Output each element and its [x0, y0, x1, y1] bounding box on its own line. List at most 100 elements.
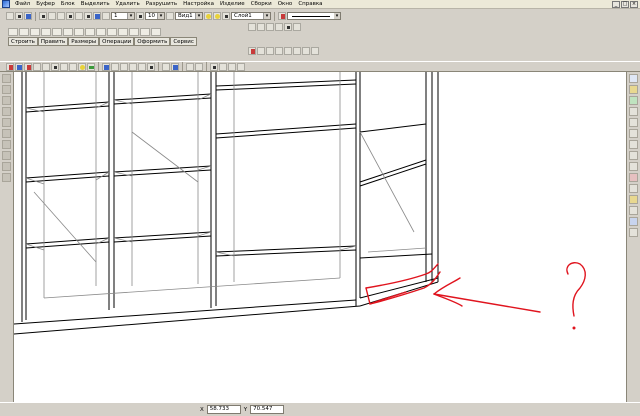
building-icon[interactable] — [629, 162, 638, 171]
profile-icon[interactable] — [629, 184, 638, 193]
menu-assemblies[interactable]: Сборки — [248, 0, 275, 9]
orbit-icon[interactable] — [111, 62, 119, 71]
box-front-icon[interactable] — [69, 62, 77, 71]
save-icon[interactable] — [24, 12, 32, 20]
export-icon[interactable] — [629, 228, 638, 237]
left-tool-1-icon[interactable] — [2, 74, 11, 83]
left-tool-8-icon[interactable] — [2, 151, 11, 160]
line-type-select[interactable] — [287, 12, 341, 20]
door-icon[interactable] — [629, 151, 638, 160]
fitting-icon[interactable] — [629, 107, 638, 116]
drawer-icon[interactable] — [629, 140, 638, 149]
render-icon[interactable] — [147, 62, 155, 71]
view-select[interactable]: Вид1 — [175, 12, 203, 20]
new-file-icon[interactable] — [6, 12, 14, 20]
line-width-select[interactable]: 1 — [111, 12, 135, 20]
rectangle-tool-icon[interactable] — [52, 28, 62, 36]
ellipse-tool-icon[interactable] — [63, 28, 73, 36]
material-palette-icon[interactable] — [629, 85, 638, 94]
snap-grid-icon[interactable] — [257, 47, 265, 55]
offset-tool-icon[interactable] — [151, 28, 161, 36]
line-tool-icon[interactable] — [8, 28, 18, 36]
cabinet-icon[interactable] — [629, 173, 638, 182]
tab-service[interactable]: Сервис — [170, 37, 197, 46]
text-tool-icon[interactable] — [107, 28, 117, 36]
rotate-icon[interactable] — [102, 62, 110, 71]
box-iso-icon[interactable] — [60, 62, 68, 71]
price-dollar-icon[interactable] — [629, 96, 638, 105]
texture-icon[interactable] — [87, 62, 95, 71]
sun-icon[interactable] — [213, 12, 221, 20]
minimize-icon[interactable]: _ — [612, 0, 620, 8]
move-icon[interactable] — [162, 62, 170, 71]
hatch-tool-icon[interactable] — [96, 28, 106, 36]
polyline-tool-icon[interactable] — [19, 28, 29, 36]
cursor-icon[interactable] — [248, 47, 256, 55]
tab-build[interactable]: Строить — [8, 37, 38, 46]
layer-color-icon[interactable] — [222, 12, 230, 20]
zoom-window-icon[interactable] — [275, 23, 283, 31]
menu-window[interactable]: Окно — [275, 0, 296, 9]
measure-icon[interactable] — [186, 62, 194, 71]
left-tool-3-icon[interactable] — [2, 96, 11, 105]
left-tool-5-icon[interactable] — [2, 118, 11, 127]
split-icon[interactable] — [219, 62, 227, 71]
layer-select[interactable]: Слой1 — [231, 12, 271, 20]
paste-icon[interactable] — [84, 12, 92, 20]
box-hidden-icon[interactable] — [42, 62, 50, 71]
pan-icon[interactable] — [248, 23, 256, 31]
snap-perpendicular-icon[interactable] — [302, 47, 310, 55]
view-icon[interactable] — [166, 12, 174, 20]
arc-tool-icon[interactable] — [30, 28, 40, 36]
zoom-in-icon[interactable] — [257, 23, 265, 31]
zoom-out-icon[interactable] — [266, 23, 274, 31]
menu-block[interactable]: Блок — [58, 0, 78, 9]
panel-icon[interactable] — [629, 74, 638, 83]
open-file-icon[interactable] — [15, 12, 23, 20]
tab-dimensions[interactable]: Размеры — [68, 37, 100, 46]
snap-mid-icon[interactable] — [275, 47, 283, 55]
spline-tool-icon[interactable] — [74, 28, 84, 36]
tab-format[interactable]: Оформить — [134, 37, 171, 46]
box-wire-icon[interactable] — [33, 62, 41, 71]
snap-intersection-icon[interactable] — [293, 47, 301, 55]
left-tool-7-icon[interactable] — [2, 140, 11, 149]
maximize-icon[interactable]: □ — [621, 0, 629, 8]
left-tool-2-icon[interactable] — [2, 85, 11, 94]
snap-end-icon[interactable] — [266, 47, 274, 55]
tab-operations[interactable]: Операции — [99, 37, 135, 46]
material-icon[interactable] — [78, 62, 86, 71]
light-icon[interactable] — [129, 62, 137, 71]
tab-edit[interactable]: Править — [37, 37, 69, 46]
zoom-all-icon[interactable] — [284, 23, 292, 31]
report-icon[interactable] — [237, 62, 245, 71]
camera-icon[interactable] — [120, 62, 128, 71]
menu-file[interactable]: Файл — [12, 0, 33, 9]
close-icon[interactable]: × — [630, 0, 638, 8]
fillet-tool-icon[interactable] — [129, 28, 139, 36]
cut-icon[interactable] — [66, 12, 74, 20]
color-palette-icon[interactable] — [278, 12, 286, 20]
menu-settings[interactable]: Настройка — [180, 0, 217, 9]
left-tool-4-icon[interactable] — [2, 107, 11, 116]
font-size-icon[interactable] — [136, 12, 144, 20]
left-tool-6-icon[interactable] — [2, 129, 11, 138]
left-tool-10-icon[interactable] — [2, 173, 11, 182]
properties-icon[interactable] — [93, 12, 101, 20]
copy-icon[interactable] — [75, 12, 83, 20]
print-icon[interactable] — [39, 12, 47, 20]
shelf-icon[interactable] — [629, 118, 638, 127]
align-icon[interactable] — [171, 62, 179, 71]
rail-icon[interactable] — [629, 129, 638, 138]
hardware-icon[interactable] — [629, 195, 638, 204]
box-shade-icon[interactable] — [51, 62, 59, 71]
point-tool-icon[interactable] — [85, 28, 95, 36]
chamfer-tool-icon[interactable] — [140, 28, 150, 36]
left-tool-9-icon[interactable] — [2, 162, 11, 171]
circle-tool-icon[interactable] — [41, 28, 51, 36]
drawing-canvas[interactable] — [14, 72, 626, 402]
distance-icon[interactable] — [195, 62, 203, 71]
size-select[interactable]: 10 — [145, 12, 165, 20]
y-coordinate-field[interactable]: 70.547 — [250, 405, 285, 414]
menu-explode[interactable]: Разрушить — [143, 0, 180, 9]
